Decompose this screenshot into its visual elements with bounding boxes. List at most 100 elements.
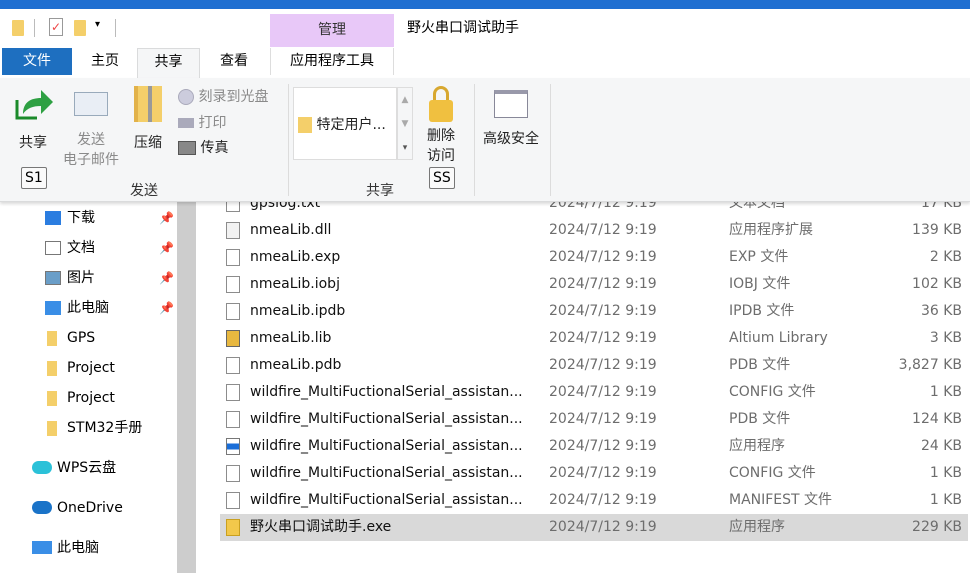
- nav-item[interactable]: OneDrive: [0, 493, 177, 523]
- dll-file-icon: [226, 222, 240, 239]
- security-list-icon: [494, 90, 528, 118]
- picture-icon: [45, 271, 61, 285]
- file-row[interactable]: wildfire_MultiFuctionalSerial_assistan..…: [220, 379, 968, 406]
- file-icon: [226, 492, 240, 509]
- customize-qat-chevron-icon[interactable]: ▾: [95, 19, 100, 30]
- fax-button[interactable]: 传真: [178, 137, 228, 157]
- application-icon: [226, 438, 240, 455]
- file-row[interactable]: wildfire_MultiFuctionalSerial_assistan..…: [220, 406, 968, 433]
- gallery-more-icon[interactable]: ▾: [398, 136, 412, 160]
- properties-icon[interactable]: ✓: [49, 18, 63, 36]
- exe-app-icon: [226, 519, 240, 536]
- file-date: 2024/7/12 9:19: [549, 357, 657, 373]
- file-date: 2024/7/12 9:19: [549, 465, 657, 481]
- file-row[interactable]: nmeaLib.lib 2024/7/12 9:19 Altium Library 3…: [220, 325, 968, 352]
- nav-item[interactable]: 此电脑 📌: [0, 293, 177, 323]
- pin-icon[interactable]: 📌: [159, 293, 174, 323]
- file-size: 3 KB: [929, 330, 962, 346]
- tab-share[interactable]: 共享: [137, 48, 200, 79]
- file-icon: [226, 465, 240, 482]
- folder-icon: [47, 421, 57, 436]
- file-icon: [226, 276, 240, 293]
- file-icon: [226, 303, 240, 320]
- file-row[interactable]: nmeaLib.iobj 2024/7/12 9:19 IOBJ 文件 102 KB: [220, 271, 968, 298]
- file-name: wildfire_MultiFuctionalSerial_assistan..…: [250, 492, 523, 508]
- file-type: CONFIG 文件: [729, 465, 816, 481]
- advanced-security-button[interactable]: 高级安全: [480, 90, 542, 148]
- tab-file[interactable]: 文件: [2, 48, 72, 75]
- divider: [550, 84, 551, 196]
- zip-folder-icon: [134, 86, 162, 122]
- nav-item-label: 文档: [67, 240, 95, 256]
- nav-item[interactable]: 下载 📌: [0, 203, 177, 233]
- nav-item[interactable]: STM32手册: [0, 413, 177, 443]
- altium-library-icon: [226, 330, 240, 347]
- file-name: nmeaLib.iobj: [250, 276, 340, 292]
- title-bar: ✓ ▾ 管理 野火串口调试助手: [0, 9, 970, 47]
- file-row[interactable]: nmeaLib.pdb 2024/7/12 9:19 PDB 文件 3,827 KB: [220, 352, 968, 379]
- file-type: Altium Library: [729, 330, 828, 346]
- nav-item-label: WPS云盘: [57, 460, 117, 476]
- file-row[interactable]: wildfire_MultiFuctionalSerial_assistan..…: [220, 487, 968, 514]
- file-row[interactable]: wildfire_MultiFuctionalSerial_assistan..…: [220, 460, 968, 487]
- tab-application-tools[interactable]: 应用程序工具: [270, 48, 394, 75]
- nav-item[interactable]: GPS: [0, 323, 177, 353]
- file-size: 102 KB: [912, 276, 962, 292]
- nav-item[interactable]: 图片 📌: [0, 263, 177, 293]
- file-row[interactable]: nmeaLib.dll 2024/7/12 9:19 应用程序扩展 139 KB: [220, 217, 968, 244]
- share-with-gallery[interactable]: 特定用户...: [293, 87, 397, 160]
- file-date: 2024/7/12 9:19: [549, 438, 657, 454]
- nav-item[interactable]: Project: [0, 353, 177, 383]
- navigation-scrollbar[interactable]: [177, 200, 196, 573]
- ribbon: 共享 S1 发送 电子邮件 压缩 刻录到光盘 打印 传真 发送 特定用户... …: [0, 78, 970, 202]
- new-folder-icon[interactable]: [74, 20, 86, 36]
- print-button[interactable]: 打印: [178, 112, 226, 132]
- burn-to-disc-button[interactable]: 刻录到光盘: [178, 86, 268, 106]
- share-button[interactable]: 共享: [12, 86, 54, 152]
- file-size: 124 KB: [912, 411, 962, 427]
- navigation-pane: 下载 📌 文档 📌 图片 📌 此电脑 📌 GPS Project Project STM32手册 WPS…: [0, 200, 177, 573]
- folder-icon: [47, 361, 57, 376]
- zip-button[interactable]: 压缩: [128, 86, 168, 152]
- file-date: 2024/7/12 9:19: [549, 411, 657, 427]
- file-type: IOBJ 文件: [729, 276, 791, 292]
- nav-item-label: Project: [67, 390, 115, 406]
- file-type: PDB 文件: [729, 411, 791, 427]
- file-row[interactable]: nmeaLib.ipdb 2024/7/12 9:19 IPDB 文件 36 KB: [220, 298, 968, 325]
- file-date: 2024/7/12 9:19: [549, 222, 657, 238]
- nav-item[interactable]: WPS云盘: [0, 453, 177, 483]
- file-type: PDB 文件: [729, 357, 791, 373]
- gallery-scroll[interactable]: ▲ ▼ ▾: [397, 87, 413, 160]
- file-name: wildfire_MultiFuctionalSerial_assistan..…: [250, 384, 523, 400]
- file-row[interactable]: wildfire_MultiFuctionalSerial_assistan..…: [220, 433, 968, 460]
- nav-item[interactable]: 文档 📌: [0, 233, 177, 263]
- file-type: IPDB 文件: [729, 303, 795, 319]
- divider: [34, 19, 35, 37]
- document-icon: [45, 241, 61, 255]
- nav-item[interactable]: 此电脑: [0, 533, 177, 563]
- tab-home[interactable]: 主页: [74, 48, 136, 75]
- pin-icon[interactable]: 📌: [159, 203, 174, 233]
- gallery-down-icon[interactable]: ▼: [398, 112, 412, 136]
- file-icon: [226, 384, 240, 401]
- pin-icon[interactable]: 📌: [159, 263, 174, 293]
- file-row[interactable]: 野火串口调试助手.exe 2024/7/12 9:19 应用程序 229 KB: [220, 514, 968, 541]
- nav-item-label: OneDrive: [57, 500, 123, 516]
- pin-icon[interactable]: 📌: [159, 233, 174, 263]
- nav-item[interactable]: Project: [0, 383, 177, 413]
- file-row[interactable]: nmeaLib.exp 2024/7/12 9:19 EXP 文件 2 KB: [220, 244, 968, 271]
- file-size: 24 KB: [920, 438, 962, 454]
- file-name: wildfire_MultiFuctionalSerial_assistan..…: [250, 411, 523, 427]
- file-name: nmeaLib.exp: [250, 249, 341, 265]
- remove-access-button[interactable]: 删除 访问: [420, 86, 462, 166]
- disc-icon: [178, 89, 194, 105]
- tab-view[interactable]: 查看: [202, 48, 266, 75]
- specific-users-item[interactable]: 特定用户...: [298, 114, 386, 134]
- file-icon: [226, 249, 240, 266]
- send-email-button[interactable]: 发送 电子邮件: [58, 92, 124, 170]
- window-top-edge: [0, 0, 970, 9]
- gallery-up-icon[interactable]: ▲: [398, 88, 412, 112]
- context-tab-group-manage: 管理: [270, 14, 394, 47]
- printer-icon: [178, 118, 194, 128]
- window-title: 野火串口调试助手: [407, 20, 519, 36]
